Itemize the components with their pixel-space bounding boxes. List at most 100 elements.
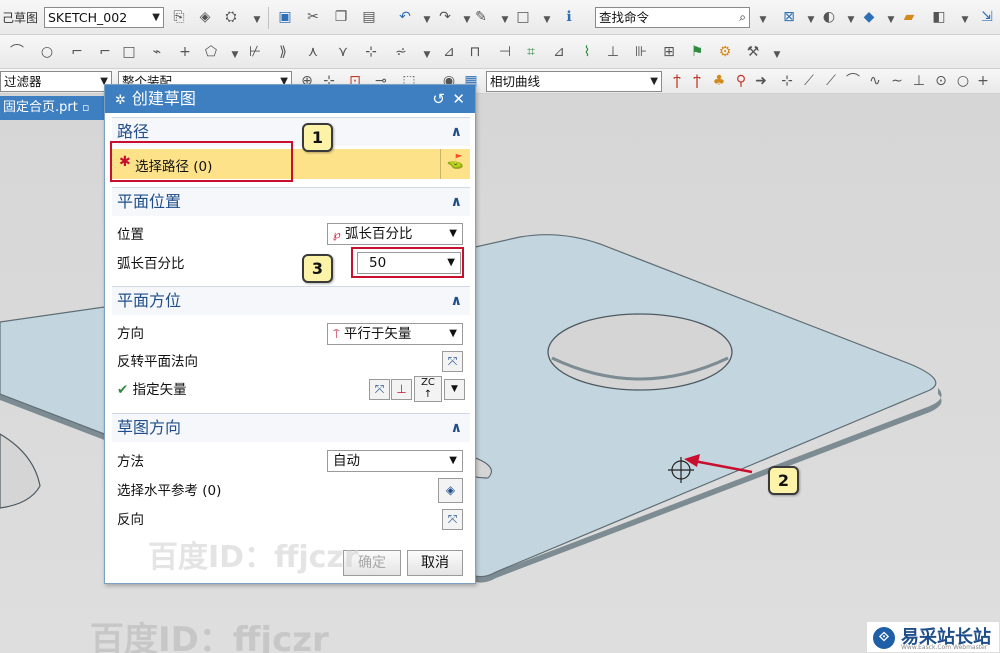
auto-constraint-icon[interactable]: ⌗ <box>522 43 540 61</box>
square-dropdown-icon[interactable]: ▼ <box>538 11 556 29</box>
save-icon[interactable]: ▣ <box>276 8 294 26</box>
reset-icon[interactable]: ↺ <box>432 85 445 113</box>
recipe-dropdown-icon[interactable]: ▼ <box>768 46 786 64</box>
quick-trim-icon[interactable]: ⋎ <box>334 43 352 61</box>
section-view-icon[interactable]: ◧ <box>930 8 948 26</box>
chamfer-icon[interactable]: ⌐ <box>96 43 114 61</box>
snap-line-icon[interactable]: ⟋ <box>822 72 840 90</box>
dimension-icon[interactable]: ⊓ <box>466 43 484 61</box>
intersect-all-icon[interactable]: ϯ <box>688 72 706 90</box>
layer-icon[interactable]: ▰ <box>900 8 918 26</box>
arc-icon[interactable]: ⌒ <box>8 43 26 61</box>
snap-end-icon[interactable]: ⊹ <box>778 72 796 90</box>
show-constraint-icon[interactable]: ⊿ <box>550 43 568 61</box>
constraint-icon[interactable]: ⊿ <box>440 43 458 61</box>
polygon-dropdown-icon[interactable]: ▼ <box>226 46 244 64</box>
cancel-button[interactable]: 取消 <box>407 550 463 576</box>
section-sketch-direction[interactable]: 草图方向 ∧ <box>112 413 470 442</box>
extend-icon[interactable]: ⋏ <box>304 43 322 61</box>
fillet-icon[interactable]: ⌐ <box>68 43 86 61</box>
recipe-icon[interactable]: ⚒ <box>744 43 762 61</box>
vector-dialog-button[interactable]: ⊥ <box>391 379 412 400</box>
relations-icon[interactable]: ⌇ <box>578 43 596 61</box>
render-style-icon[interactable]: ◐ <box>820 8 838 26</box>
vector-dropdown-button[interactable]: ▼ <box>444 379 465 400</box>
mirror-icon[interactable]: ⩫ <box>392 43 410 61</box>
curve-select-icon[interactable]: ⛳ <box>447 154 464 170</box>
fit-view-icon[interactable]: ⊠ <box>780 8 798 26</box>
pin-icon[interactable]: ⚲ <box>732 72 750 90</box>
snap-center-icon[interactable]: ⊙ <box>932 72 950 90</box>
section-plane-position[interactable]: 平面位置 ∧ <box>112 187 470 216</box>
snap-point-on-icon[interactable]: + <box>974 72 992 90</box>
zc-axis-button[interactable]: ZC ↑ <box>414 376 442 402</box>
table-icon[interactable]: ⊞ <box>660 43 678 61</box>
reverse-normal-button[interactable]: ⤧ <box>442 351 463 372</box>
polygon-icon[interactable]: ⬠ <box>202 43 220 61</box>
dropdown-icon[interactable]: ▼ <box>248 11 266 29</box>
snap-quadrant-icon[interactable]: ○ <box>954 72 972 90</box>
view-icon[interactable]: ⛭ <box>222 8 240 26</box>
section-dropdown-icon[interactable]: ▼ <box>956 11 974 29</box>
square-icon[interactable]: □ <box>514 8 532 26</box>
redo-icon[interactable]: ↷ <box>436 8 454 26</box>
arrow-icon[interactable]: ➜ <box>752 72 770 90</box>
curve-rule-select[interactable]: 相切曲线 ▼ <box>486 71 662 92</box>
select-horizontal-ref-button[interactable]: ◈ <box>438 478 463 503</box>
gear-icon[interactable]: ✲ <box>115 93 126 108</box>
export-icon[interactable]: ⇲ <box>978 8 996 26</box>
shaded-cube-icon[interactable]: ◆ <box>860 8 878 26</box>
snap-tangent-icon[interactable]: ∼ <box>888 72 906 90</box>
reverse-vector-button[interactable]: ⤧ <box>369 379 390 400</box>
sketch-select[interactable]: SKETCH_002 ▼ <box>44 7 164 28</box>
snap-intersect-icon[interactable]: ⊥ <box>910 72 928 90</box>
close-icon[interactable]: ✕ <box>452 85 465 113</box>
rectangle-icon[interactable]: □ <box>120 43 138 61</box>
dialog-titlebar[interactable]: ✲ 创建草图 ↺ ✕ <box>105 85 475 113</box>
snap-curve-icon[interactable]: ⌒ <box>844 72 862 90</box>
point-icon[interactable]: + <box>176 43 194 61</box>
snap-point-icon[interactable]: ♣ <box>710 72 728 90</box>
check-icon: ✔ <box>117 382 129 398</box>
search-dropdown-icon[interactable]: ▼ <box>754 11 772 29</box>
corner-icon[interactable]: ⊹ <box>362 43 380 61</box>
pencil-dropdown-icon[interactable]: ▼ <box>496 11 514 29</box>
intersect-icon[interactable]: ϯ <box>668 72 686 90</box>
trim-icon[interactable]: ⊬ <box>246 43 264 61</box>
type-filter-select[interactable]: 过滤器 ▼ <box>0 71 112 92</box>
cube-icon[interactable]: ◈ <box>196 8 214 26</box>
snap-mid-icon[interactable]: ⟋ <box>800 72 818 90</box>
direction-label: 方向 <box>117 326 144 342</box>
undo-icon[interactable]: ↶ <box>396 8 414 26</box>
fit-dropdown-icon[interactable]: ▼ <box>802 11 820 29</box>
inferred-icon[interactable]: ⊥ <box>604 43 622 61</box>
offset-icon[interactable]: ⟫ <box>274 43 292 61</box>
command-search-input[interactable]: 查找命令 ⌕ <box>595 7 750 28</box>
render-dropdown-icon[interactable]: ▼ <box>842 11 860 29</box>
direction-select[interactable]: ⍑ 平行于矢量 ▼ <box>327 323 463 345</box>
cut-icon[interactable]: ✂ <box>304 8 322 26</box>
position-select[interactable]: ℘ 弧长百分比 ▼ <box>327 223 463 245</box>
pencil-icon[interactable]: ✎ <box>472 8 490 26</box>
mirror-dropdown-icon[interactable]: ▼ <box>418 46 436 64</box>
polyline-icon[interactable]: ⌁ <box>148 43 166 61</box>
cube-dropdown-icon[interactable]: ▼ <box>882 11 900 29</box>
section-plane-orientation[interactable]: 平面方位 ∧ <box>112 286 470 315</box>
project-icon[interactable]: ⚙ <box>716 43 734 61</box>
reverse-row: 反向 <box>112 507 470 533</box>
file-tab[interactable]: 固定合页.prt ▫ <box>0 96 106 120</box>
undo-dropdown-icon[interactable]: ▼ <box>418 11 436 29</box>
snap-spline-icon[interactable]: ∿ <box>866 72 884 90</box>
reverse-button[interactable]: ⤧ <box>442 509 463 530</box>
layout-icon[interactable]: ⊪ <box>632 43 650 61</box>
method-select[interactable]: 自动 ▼ <box>327 450 463 472</box>
paste-icon[interactable]: ▤ <box>360 8 378 26</box>
copy-icon[interactable]: ❐ <box>332 8 350 26</box>
geometric-constraint-icon[interactable]: ⊣ <box>496 43 514 61</box>
flag-icon[interactable]: ⚑ <box>688 43 706 61</box>
info-icon[interactable]: ℹ <box>560 8 578 26</box>
circle-icon[interactable]: ○ <box>38 43 56 61</box>
logo-mark-icon: ⟐ <box>873 627 895 649</box>
sketch-finish-icon[interactable]: ⎘ <box>170 8 188 26</box>
section-path-title: 路径 <box>117 122 150 141</box>
